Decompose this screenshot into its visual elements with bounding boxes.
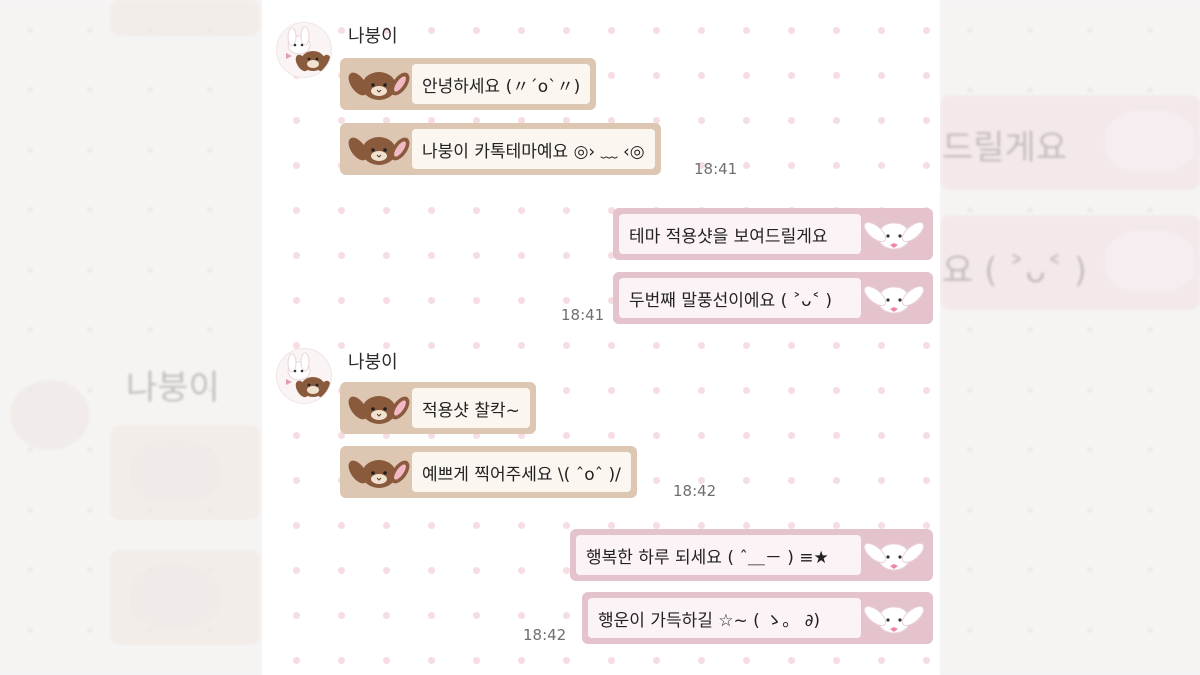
background-right-blur: 드릴게요 요 ( ˃ᴗ˂ ): [940, 0, 1200, 675]
ghost-bubble: [110, 0, 260, 36]
message-text: 두번째 말풍선이에요 ( ˃ᴗ˂ ): [619, 278, 861, 318]
message-bubble-incoming[interactable]: 적용샷 찰칵~: [340, 382, 536, 434]
white-bunny-face-icon: [863, 542, 925, 571]
message-text: 안녕하세요 (〃ˊoˋ〃): [412, 64, 591, 104]
white-bunny-face-icon: [863, 285, 925, 314]
message-bubble-incoming[interactable]: 안녕하세요 (〃ˊoˋ〃): [340, 58, 597, 110]
ghost-avatar-icon: [10, 380, 90, 450]
white-bunny-face-icon: [863, 221, 925, 250]
ghost-bunny-icon: [1105, 230, 1195, 292]
ghost-message-text: 드릴게요: [942, 128, 1068, 168]
message-bubble-outgoing[interactable]: 테마 적용샷을 보여드릴게요: [613, 208, 933, 260]
message-timestamp: 18:42: [673, 482, 717, 500]
ghost-bunny-icon: [130, 565, 220, 627]
message-timestamp: 18:42: [523, 626, 567, 644]
message-text: 행복한 하루 되세요 ( ˆ＿－ ) ≡★: [576, 535, 861, 575]
message-bubble-outgoing[interactable]: 행운이 가득하길 ☆~ ( ゝ。 ∂): [582, 592, 933, 644]
brown-bunny-face-icon: [348, 460, 410, 488]
message-text: 테마 적용샷을 보여드릴게요: [619, 214, 861, 254]
ghost-message-text: 요 ( ˃ᴗ˂ ): [942, 251, 1088, 291]
message-bubble-incoming[interactable]: 나붕이 카톡테마예요 ◎› ﹏ ‹◎: [340, 123, 661, 175]
message-timestamp: 18:41: [694, 160, 738, 178]
background-left-blur: 나붕이: [0, 0, 262, 675]
profile-avatar[interactable]: [276, 348, 332, 404]
ghost-sender-name: 나붕이: [126, 368, 220, 408]
ghost-bunny-icon: [1105, 110, 1195, 172]
message-text: 예쁘게 찍어주세요 \( ˆoˆ )/: [412, 452, 631, 492]
message-bubble-outgoing[interactable]: 행복한 하루 되세요 ( ˆ＿－ ) ≡★: [570, 529, 933, 581]
ghost-bunny-icon: [130, 440, 220, 502]
brown-bunny-face-icon: [348, 396, 410, 424]
profile-avatar[interactable]: [276, 22, 332, 78]
chat-panel[interactable]: 나붕이 안녕하세요 (〃ˊoˋ〃) 나붕이 카톡테마예요 ◎› ﹏ ‹◎ 18:…: [262, 0, 940, 675]
brown-bunny-face-icon: [348, 72, 410, 100]
message-text: 적용샷 찰칵~: [412, 388, 530, 428]
sender-name: 나붕이: [348, 352, 398, 373]
brown-bunny-face-icon: [348, 137, 410, 165]
white-bunny-face-icon: [863, 605, 925, 634]
bunny-pair-avatar-icon: [286, 352, 331, 398]
sender-name: 나붕이: [348, 26, 398, 47]
message-text: 행운이 가득하길 ☆~ ( ゝ。 ∂): [588, 598, 861, 638]
message-timestamp: 18:41: [561, 306, 605, 324]
message-text: 나붕이 카톡테마예요 ◎› ﹏ ‹◎: [412, 129, 655, 169]
message-bubble-incoming[interactable]: 예쁘게 찍어주세요 \( ˆoˆ )/: [340, 446, 637, 498]
bunny-pair-avatar-icon: [286, 26, 331, 72]
message-bubble-outgoing[interactable]: 두번째 말풍선이에요 ( ˃ᴗ˂ ): [613, 272, 933, 324]
